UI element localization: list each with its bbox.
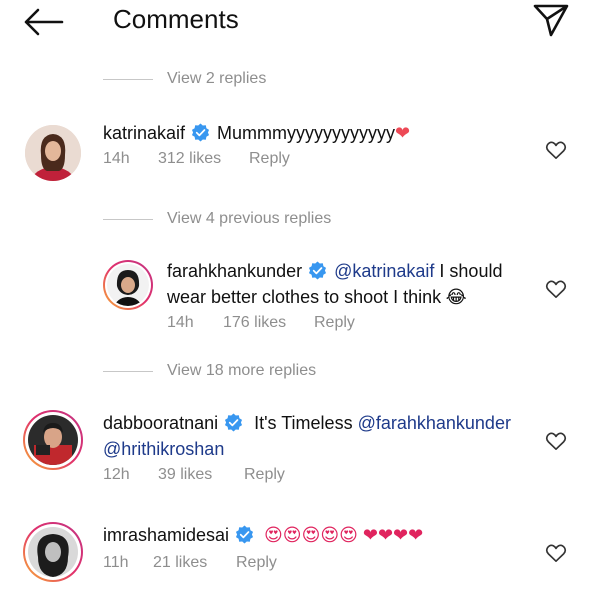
reply-button[interactable]: Reply xyxy=(314,314,355,332)
comment-username[interactable]: imrashamidesai xyxy=(103,525,229,545)
comment-likes[interactable]: 39 likes xyxy=(158,466,212,484)
avatar-image xyxy=(107,264,149,306)
avatar-story-ring[interactable] xyxy=(23,410,83,470)
comment-likes[interactable]: 176 likes xyxy=(223,314,286,332)
comment-likes[interactable]: 21 likes xyxy=(153,554,207,572)
avatar-image xyxy=(25,125,81,181)
comment-text: It's Timeless xyxy=(254,413,358,433)
reply-button[interactable]: Reply xyxy=(244,466,285,484)
comment-time: 14h xyxy=(167,314,194,331)
verified-badge-icon xyxy=(309,261,327,280)
view-replies-link[interactable]: View 2 replies xyxy=(167,70,266,88)
verified-badge-icon xyxy=(225,413,243,432)
comment-time: 12h xyxy=(103,466,130,483)
divider-line xyxy=(103,371,153,372)
heart-outline-icon[interactable] xyxy=(545,279,567,299)
comment-2: farahkhankunder @katrinakaif I should wea… xyxy=(167,258,567,310)
comment-3: dabbooratnani It's Timeless @farahkhankun… xyxy=(103,410,573,462)
emoji-text: 😍😍😍😍😍 ❤❤❤❤ xyxy=(264,525,424,545)
avatar[interactable] xyxy=(25,125,81,181)
view-previous-replies-link[interactable]: View 4 previous replies xyxy=(167,210,331,228)
comment-text: Mummmyyyyyyyyyyyy xyxy=(217,123,396,143)
page-title: Comments xyxy=(113,4,239,34)
avatar-story-ring[interactable] xyxy=(103,260,153,310)
comment-4: imrashamidesai 😍😍😍😍😍 ❤❤❤❤ xyxy=(103,522,423,548)
heart-emoji: ❤ xyxy=(395,123,411,143)
avatar xyxy=(107,264,149,306)
comment-username[interactable]: dabbooratnani xyxy=(103,413,218,433)
avatar-image xyxy=(28,415,78,465)
comment-time: 11h xyxy=(103,554,129,571)
comment-username[interactable]: katrinakaif xyxy=(103,123,185,143)
verified-badge-icon xyxy=(191,123,210,142)
divider-line xyxy=(103,219,153,220)
heart-outline-icon[interactable] xyxy=(545,543,567,563)
comment-username[interactable]: farahkhankunder xyxy=(167,261,302,281)
heart-outline-icon[interactable] xyxy=(545,431,567,451)
mention-link[interactable]: @hrithikroshan xyxy=(103,439,224,459)
avatar xyxy=(28,527,78,577)
send-icon[interactable] xyxy=(532,2,570,38)
view-more-replies-link[interactable]: View 18 more replies xyxy=(167,362,316,380)
verified-badge-icon xyxy=(235,525,254,544)
comment-1: katrinakaif Mummmyyyyyyyyyyyy❤ xyxy=(103,120,410,146)
comment-text: I should xyxy=(434,261,503,281)
laughing-emoji: 😂 xyxy=(445,287,467,307)
avatar-image xyxy=(28,527,78,577)
reply-button[interactable]: Reply xyxy=(249,150,290,168)
comment-likes[interactable]: 312 likes xyxy=(158,150,221,168)
mention-link[interactable]: @katrinakaif xyxy=(334,261,434,281)
avatar-story-ring[interactable] xyxy=(23,522,83,582)
comment-text-continued: wear better clothes to shoot I think xyxy=(167,287,442,307)
back-arrow-icon[interactable] xyxy=(22,8,64,36)
reply-button[interactable]: Reply xyxy=(236,554,277,572)
comment-time: 14h xyxy=(103,150,130,167)
mention-link[interactable]: @farahkhankunder xyxy=(358,413,511,433)
heart-outline-icon[interactable] xyxy=(545,140,567,160)
avatar xyxy=(28,415,78,465)
divider-line xyxy=(103,79,153,80)
